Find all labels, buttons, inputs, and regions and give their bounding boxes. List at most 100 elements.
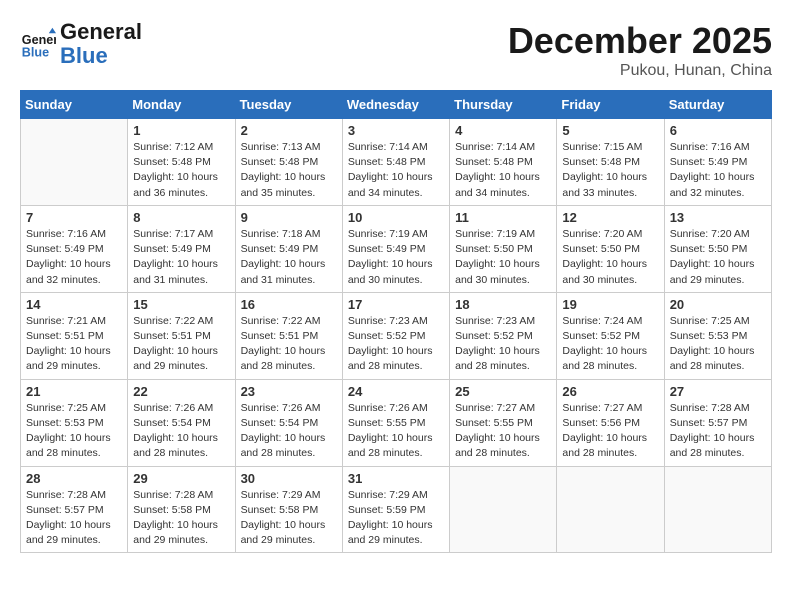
day-info: Sunrise: 7:23 AM Sunset: 5:52 PM Dayligh…: [455, 314, 551, 375]
day-info: Sunrise: 7:22 AM Sunset: 5:51 PM Dayligh…: [133, 314, 229, 375]
calendar-week-row: 7 Sunrise: 7:16 AM Sunset: 5:49 PM Daylig…: [21, 205, 772, 292]
title-area: December 2025 Pukou, Hunan, China: [508, 20, 772, 80]
day-info: Sunrise: 7:16 AM Sunset: 5:49 PM Dayligh…: [26, 227, 122, 288]
calendar-cell: 24 Sunrise: 7:26 AM Sunset: 5:55 PM Dayli…: [342, 379, 449, 466]
day-info: Sunrise: 7:26 AM Sunset: 5:54 PM Dayligh…: [241, 401, 337, 462]
calendar-cell: 10Sunrise: 7:19 AM Sunset: 5:49 PM Dayli…: [342, 205, 449, 292]
day-info: Sunrise: 7:23 AM Sunset: 5:52 PM Dayligh…: [348, 314, 444, 375]
day-number: 14: [26, 297, 122, 312]
day-number: 6: [670, 123, 766, 138]
weekday-header-wednesday: Wednesday: [342, 91, 449, 119]
day-info: Sunrise: 7:28 AM Sunset: 5:57 PM Dayligh…: [26, 488, 122, 549]
calendar-cell: 1Sunrise: 7:12 AM Sunset: 5:48 PM Daylig…: [128, 119, 235, 206]
day-info: Sunrise: 7:27 AM Sunset: 5:55 PM Dayligh…: [455, 401, 551, 462]
day-info: Sunrise: 7:18 AM Sunset: 5:49 PM Dayligh…: [241, 227, 337, 288]
day-number: 5: [562, 123, 658, 138]
day-info: Sunrise: 7:16 AM Sunset: 5:49 PM Dayligh…: [670, 140, 766, 201]
day-info: Sunrise: 7:24 AM Sunset: 5:52 PM Dayligh…: [562, 314, 658, 375]
calendar-cell: 27Sunrise: 7:28 AM Sunset: 5:57 PM Dayli…: [664, 379, 771, 466]
calendar-cell: 12Sunrise: 7:20 AM Sunset: 5:50 PM Dayli…: [557, 205, 664, 292]
day-number: 29: [133, 471, 229, 486]
day-info: Sunrise: 7:27 AM Sunset: 5:56 PM Dayligh…: [562, 401, 658, 462]
day-info: Sunrise: 7:28 AM Sunset: 5:58 PM Dayligh…: [133, 488, 229, 549]
calendar-cell: 20 Sunrise: 7:25 AM Sunset: 5:53 PM Dayli…: [664, 292, 771, 379]
calendar-cell: 23 Sunrise: 7:26 AM Sunset: 5:54 PM Dayli…: [235, 379, 342, 466]
calendar-week-row: 1Sunrise: 7:12 AM Sunset: 5:48 PM Daylig…: [21, 119, 772, 206]
day-number: 24: [348, 384, 444, 399]
calendar-cell: 9Sunrise: 7:18 AM Sunset: 5:49 PM Daylig…: [235, 205, 342, 292]
calendar-cell: 21 Sunrise: 7:25 AM Sunset: 5:53 PM Dayli…: [21, 379, 128, 466]
day-number: 11: [455, 210, 551, 225]
day-number: 2: [241, 123, 337, 138]
logo-blue: Blue: [60, 43, 108, 68]
calendar-cell: 30 Sunrise: 7:29 AM Sunset: 5:58 PM Dayli…: [235, 466, 342, 553]
calendar-cell: 6 Sunrise: 7:16 AM Sunset: 5:49 PM Daylig…: [664, 119, 771, 206]
calendar-cell: 7 Sunrise: 7:16 AM Sunset: 5:49 PM Daylig…: [21, 205, 128, 292]
day-number: 27: [670, 384, 766, 399]
logo-text: General Blue: [60, 20, 142, 68]
day-info: Sunrise: 7:22 AM Sunset: 5:51 PM Dayligh…: [241, 314, 337, 375]
calendar-cell: 8 Sunrise: 7:17 AM Sunset: 5:49 PM Daylig…: [128, 205, 235, 292]
day-number: 17: [348, 297, 444, 312]
day-info: Sunrise: 7:19 AM Sunset: 5:50 PM Dayligh…: [455, 227, 551, 288]
calendar-week-row: 21 Sunrise: 7:25 AM Sunset: 5:53 PM Dayli…: [21, 379, 772, 466]
day-info: Sunrise: 7:25 AM Sunset: 5:53 PM Dayligh…: [670, 314, 766, 375]
day-number: 20: [670, 297, 766, 312]
day-info: Sunrise: 7:21 AM Sunset: 5:51 PM Dayligh…: [26, 314, 122, 375]
weekday-header-row: SundayMondayTuesdayWednesdayThursdayFrid…: [21, 91, 772, 119]
calendar-cell: 5Sunrise: 7:15 AM Sunset: 5:48 PM Daylig…: [557, 119, 664, 206]
day-number: 26: [562, 384, 658, 399]
day-number: 30: [241, 471, 337, 486]
day-number: 7: [26, 210, 122, 225]
calendar-cell: [21, 119, 128, 206]
day-info: Sunrise: 7:17 AM Sunset: 5:49 PM Dayligh…: [133, 227, 229, 288]
day-info: Sunrise: 7:14 AM Sunset: 5:48 PM Dayligh…: [348, 140, 444, 201]
day-number: 15: [133, 297, 229, 312]
weekday-header-sunday: Sunday: [21, 91, 128, 119]
calendar-cell: 3Sunrise: 7:14 AM Sunset: 5:48 PM Daylig…: [342, 119, 449, 206]
day-info: Sunrise: 7:13 AM Sunset: 5:48 PM Dayligh…: [241, 140, 337, 201]
calendar: SundayMondayTuesdayWednesdayThursdayFrid…: [20, 90, 772, 553]
calendar-cell: 26 Sunrise: 7:27 AM Sunset: 5:56 PM Dayli…: [557, 379, 664, 466]
day-number: 12: [562, 210, 658, 225]
calendar-cell: 14 Sunrise: 7:21 AM Sunset: 5:51 PM Dayli…: [21, 292, 128, 379]
calendar-cell: 25Sunrise: 7:27 AM Sunset: 5:55 PM Dayli…: [450, 379, 557, 466]
calendar-cell: 11 Sunrise: 7:19 AM Sunset: 5:50 PM Dayli…: [450, 205, 557, 292]
svg-text:Blue: Blue: [22, 46, 49, 60]
calendar-cell: 31Sunrise: 7:29 AM Sunset: 5:59 PM Dayli…: [342, 466, 449, 553]
day-number: 23: [241, 384, 337, 399]
calendar-cell: 29 Sunrise: 7:28 AM Sunset: 5:58 PM Dayli…: [128, 466, 235, 553]
location-title: Pukou, Hunan, China: [508, 62, 772, 80]
day-number: 8: [133, 210, 229, 225]
day-number: 21: [26, 384, 122, 399]
calendar-cell: [557, 466, 664, 553]
day-number: 18: [455, 297, 551, 312]
day-info: Sunrise: 7:25 AM Sunset: 5:53 PM Dayligh…: [26, 401, 122, 462]
day-number: 19: [562, 297, 658, 312]
calendar-cell: 17 Sunrise: 7:23 AM Sunset: 5:52 PM Dayli…: [342, 292, 449, 379]
calendar-week-row: 28Sunrise: 7:28 AM Sunset: 5:57 PM Dayli…: [21, 466, 772, 553]
day-info: Sunrise: 7:26 AM Sunset: 5:55 PM Dayligh…: [348, 401, 444, 462]
day-info: Sunrise: 7:29 AM Sunset: 5:58 PM Dayligh…: [241, 488, 337, 549]
day-info: Sunrise: 7:14 AM Sunset: 5:48 PM Dayligh…: [455, 140, 551, 201]
calendar-cell: [450, 466, 557, 553]
month-title: December 2025: [508, 20, 772, 62]
weekday-header-friday: Friday: [557, 91, 664, 119]
calendar-cell: 22Sunrise: 7:26 AM Sunset: 5:54 PM Dayli…: [128, 379, 235, 466]
calendar-cell: 16Sunrise: 7:22 AM Sunset: 5:51 PM Dayli…: [235, 292, 342, 379]
weekday-header-saturday: Saturday: [664, 91, 771, 119]
calendar-week-row: 14 Sunrise: 7:21 AM Sunset: 5:51 PM Dayli…: [21, 292, 772, 379]
logo: General Blue General Blue: [20, 20, 142, 68]
header: General Blue General Blue December 2025 …: [20, 20, 772, 80]
weekday-header-monday: Monday: [128, 91, 235, 119]
calendar-cell: [664, 466, 771, 553]
calendar-cell: 18 Sunrise: 7:23 AM Sunset: 5:52 PM Dayli…: [450, 292, 557, 379]
day-number: 4: [455, 123, 551, 138]
day-number: 22: [133, 384, 229, 399]
calendar-cell: 2 Sunrise: 7:13 AM Sunset: 5:48 PM Daylig…: [235, 119, 342, 206]
weekday-header-thursday: Thursday: [450, 91, 557, 119]
day-info: Sunrise: 7:12 AM Sunset: 5:48 PM Dayligh…: [133, 140, 229, 201]
day-number: 31: [348, 471, 444, 486]
day-number: 10: [348, 210, 444, 225]
calendar-cell: 19 Sunrise: 7:24 AM Sunset: 5:52 PM Dayli…: [557, 292, 664, 379]
